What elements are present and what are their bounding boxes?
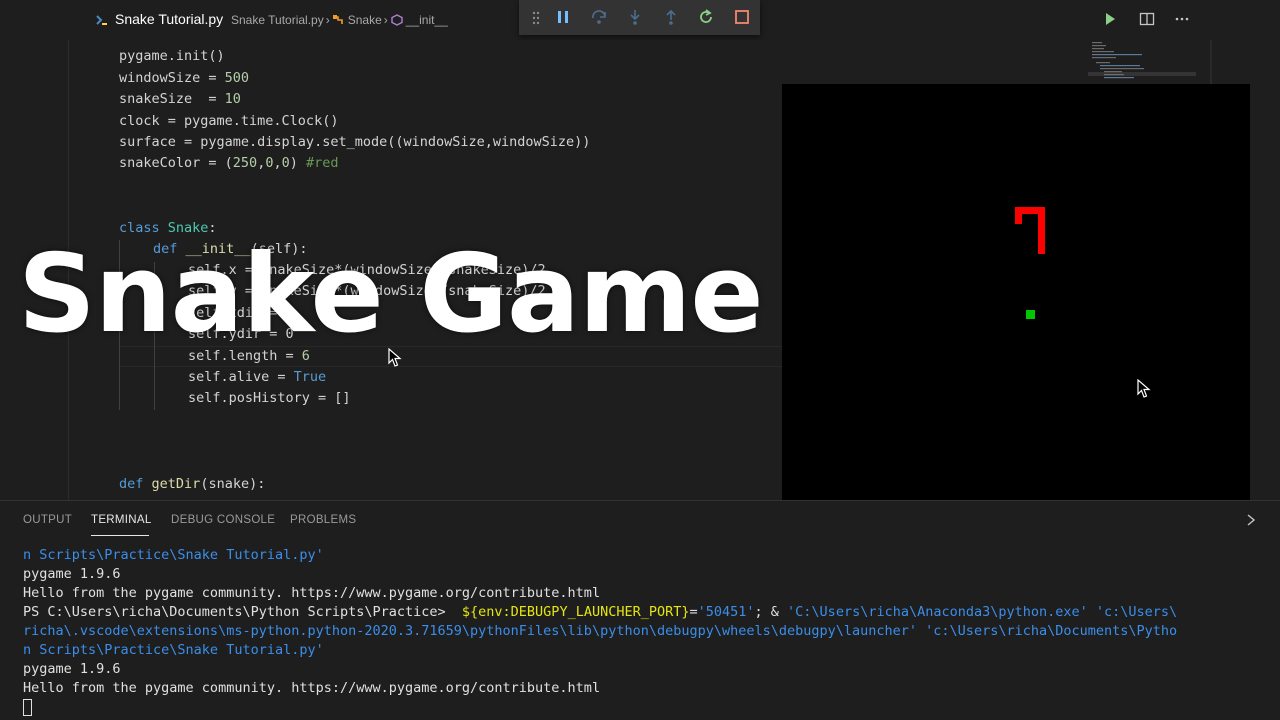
code-text: surface = pygame.display.set_mode((windo… xyxy=(119,134,591,150)
code-text: pygame.init() xyxy=(119,48,225,64)
code-number: 0 xyxy=(281,155,290,171)
class-symbol-icon xyxy=(332,15,343,24)
code-text: snakeColor = ( xyxy=(119,155,233,171)
terminal-line: n Scripts\Practice\Snake Tutorial.py' xyxy=(23,642,324,658)
snake-segment xyxy=(1015,207,1022,224)
mouse-pointer-icon xyxy=(1137,379,1151,398)
step-into-icon[interactable] xyxy=(626,8,644,26)
terminal-text: ; & xyxy=(754,604,788,620)
tab-debug-console[interactable]: DEBUG CONSOLE xyxy=(171,514,275,526)
code-number: 250 xyxy=(232,155,258,171)
panel-tabs: OUTPUT TERMINAL DEBUG CONSOLE PROBLEMS xyxy=(0,501,1280,541)
code-line: clock = pygame.time.Clock() xyxy=(119,113,338,129)
tab-terminal[interactable]: TERMINAL xyxy=(91,514,152,526)
code-number: 500 xyxy=(224,70,250,86)
breadcrumb-class[interactable]: Snake xyxy=(348,13,382,27)
code-text: self.posHistory = [] xyxy=(188,390,351,406)
overlay-title: Snake Game xyxy=(18,232,764,357)
breadcrumb-file[interactable]: Snake Tutorial.py xyxy=(231,13,324,27)
code-line: surface = pygame.display.set_mode((windo… xyxy=(119,134,590,150)
food-pellet xyxy=(1026,310,1035,319)
terminal-text: = xyxy=(689,604,698,620)
pygame-window[interactable] xyxy=(782,84,1250,553)
editor-tab-title[interactable]: Snake Tutorial.py xyxy=(115,11,223,27)
breadcrumb-method[interactable]: __init__ xyxy=(406,13,448,27)
terminal-string: '50451' xyxy=(697,604,755,620)
terminal-env-var: ${env:DEBUGPY_LAUNCHER_PORT} xyxy=(461,604,690,620)
terminal-prompt: PS C:\Users\richa\Documents\Python Scrip… xyxy=(23,604,462,620)
code-text: ) xyxy=(289,155,307,171)
split-editor-icon[interactable] xyxy=(1139,11,1155,27)
terminal-line: pygame 1.9.6 xyxy=(23,566,121,582)
code-line: snakeColor = (250,0,0) #red xyxy=(119,155,339,171)
code-line: self.posHistory = [] xyxy=(188,390,351,406)
code-text: (snake): xyxy=(200,476,266,492)
grip-icon[interactable] xyxy=(531,11,541,25)
terminal-cursor xyxy=(23,699,32,716)
pause-icon[interactable] xyxy=(554,8,572,26)
snake-segment xyxy=(1038,207,1045,254)
code-keyword: True xyxy=(293,369,327,385)
restart-icon[interactable] xyxy=(697,8,715,26)
code-keyword: def xyxy=(119,476,144,492)
breadcrumb: Snake Tutorial.py › Snake › __init__ xyxy=(231,13,448,27)
code-comment: #red xyxy=(306,155,339,171)
code-text: clock = pygame.time.Clock() xyxy=(119,113,339,129)
terminal-line: Hello from the pygame community. https:/… xyxy=(23,680,601,696)
tab-problems[interactable]: PROBLEMS xyxy=(290,514,356,526)
chevron-right-icon[interactable] xyxy=(1245,513,1257,527)
breadcrumb-separator: › xyxy=(325,13,330,27)
code-line: pygame.init() xyxy=(119,48,225,64)
code-line: snakeSize = 10 xyxy=(119,91,241,107)
step-out-icon[interactable] xyxy=(662,8,680,26)
editor-title-bar: Snake Tutorial.py Snake Tutorial.py › Sn… xyxy=(0,0,1280,40)
python-file-icon xyxy=(96,15,107,25)
code-text: , xyxy=(273,155,282,171)
terminal-line: Hello from the pygame community. https:/… xyxy=(23,585,601,601)
terminal-line: pygame 1.9.6 xyxy=(23,661,121,677)
code-function-name: getDir xyxy=(151,476,201,492)
code-number: 10 xyxy=(224,91,241,107)
breadcrumb-separator: › xyxy=(383,13,388,27)
debug-toolbar xyxy=(519,0,760,35)
terminal-line: richa\.vscode\extensions\ms-python.pytho… xyxy=(23,623,1178,639)
code-text: windowSize = xyxy=(119,70,225,86)
terminal-string: 'C:\Users\richa\Anaconda3\python.exe' 'c… xyxy=(787,604,1178,620)
run-icon[interactable] xyxy=(1102,11,1118,27)
code-line: windowSize = 500 xyxy=(119,70,249,86)
active-tab-indicator xyxy=(91,535,149,536)
terminal-line: n Scripts\Practice\Snake Tutorial.py' xyxy=(23,547,324,563)
tab-output[interactable]: OUTPUT xyxy=(23,514,72,526)
code-line: self.alive = True xyxy=(188,369,326,385)
more-actions-icon[interactable] xyxy=(1174,11,1190,27)
code-text: snakeSize = xyxy=(119,91,225,107)
terminal-line: PS C:\Users\richa\Documents\Python Scrip… xyxy=(23,604,1177,620)
code-text: self.alive = xyxy=(188,369,294,385)
method-symbol-icon xyxy=(391,14,403,26)
mouse-pointer-icon xyxy=(388,348,402,367)
code-line: def getDir(snake): xyxy=(119,476,265,492)
step-over-icon[interactable] xyxy=(590,8,608,26)
stop-icon[interactable] xyxy=(733,8,751,26)
